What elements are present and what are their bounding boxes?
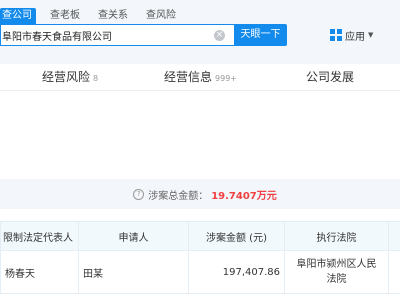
summary-label: 涉案总金额：	[148, 190, 209, 202]
tab-risk[interactable]: 查风险	[140, 8, 182, 24]
table-row: 杨春天 田某 197,407.86 阜阳市颍州区人民 法院	[0, 250, 400, 294]
court-line: 阜阳市颍州区人民	[296, 259, 377, 270]
column-header: 涉案金额 (元)	[188, 221, 285, 251]
table-header-row: 限制法定代表人 申请人 涉案金额 (元) 执行法院	[0, 221, 400, 251]
header: 查公司 查老板 查关系 查风险 × 天眼一下 应用 ▼	[0, 0, 400, 65]
tab-relation[interactable]: 查关系	[92, 8, 134, 24]
tab-company[interactable]: 查公司	[0, 8, 36, 24]
court-cell: 阜阳市颍州区人民 法院	[284, 250, 389, 294]
person-link[interactable]: 杨春天	[0, 250, 79, 294]
summary-bar: ? 涉案总金额： 19.7407万元	[0, 179, 400, 209]
summary-amount: 19.7407万元	[211, 190, 277, 202]
column-header	[388, 221, 400, 251]
nav-item-company-development[interactable]: 公司发展	[306, 64, 354, 90]
apps-button[interactable]: 应用 ▼	[330, 25, 373, 45]
column-header: 限制法定代表人	[0, 221, 79, 251]
applicant-cell: 田某	[78, 250, 189, 294]
nav-item-label: 经营信息	[164, 70, 213, 84]
search-button[interactable]: 天眼一下	[234, 24, 287, 46]
nav-item-business-risk[interactable]: 经营风险 8	[42, 64, 98, 90]
nav-item-count: 8	[93, 74, 99, 83]
chevron-down-icon: ▼	[368, 31, 374, 39]
column-header: 执行法院	[284, 221, 389, 251]
nav-item-business-info[interactable]: 经营信息 999+	[164, 64, 237, 90]
section-nav: 经营风险 8 经营信息 999+ 公司发展	[0, 64, 400, 91]
summary-text: ? 涉案总金额： 19.7407万元	[133, 187, 277, 202]
tab-boss[interactable]: 查老板	[44, 8, 86, 24]
search-input[interactable]	[2, 27, 207, 43]
restriction-table: 限制法定代表人 申请人 涉案金额 (元) 执行法院 杨春天 田某 197,407…	[0, 221, 400, 294]
nav-item-count: 999+	[215, 74, 237, 83]
search-box: ×	[0, 24, 234, 46]
amount-cell: 197,407.86	[188, 250, 285, 294]
help-icon[interactable]: ?	[133, 188, 145, 200]
column-header: 申请人	[78, 221, 189, 251]
content-area	[0, 91, 400, 179]
apps-label: 应用	[345, 31, 365, 43]
court-line: 法院	[326, 274, 347, 285]
search-scope-tabs: 查公司 查老板 查关系 查风险	[0, 8, 188, 24]
nav-item-label: 公司发展	[306, 70, 355, 84]
extra-cell	[388, 250, 400, 294]
nav-item-label: 经营风险	[42, 70, 91, 84]
grid-icon	[330, 29, 342, 41]
clear-icon[interactable]: ×	[214, 30, 225, 41]
